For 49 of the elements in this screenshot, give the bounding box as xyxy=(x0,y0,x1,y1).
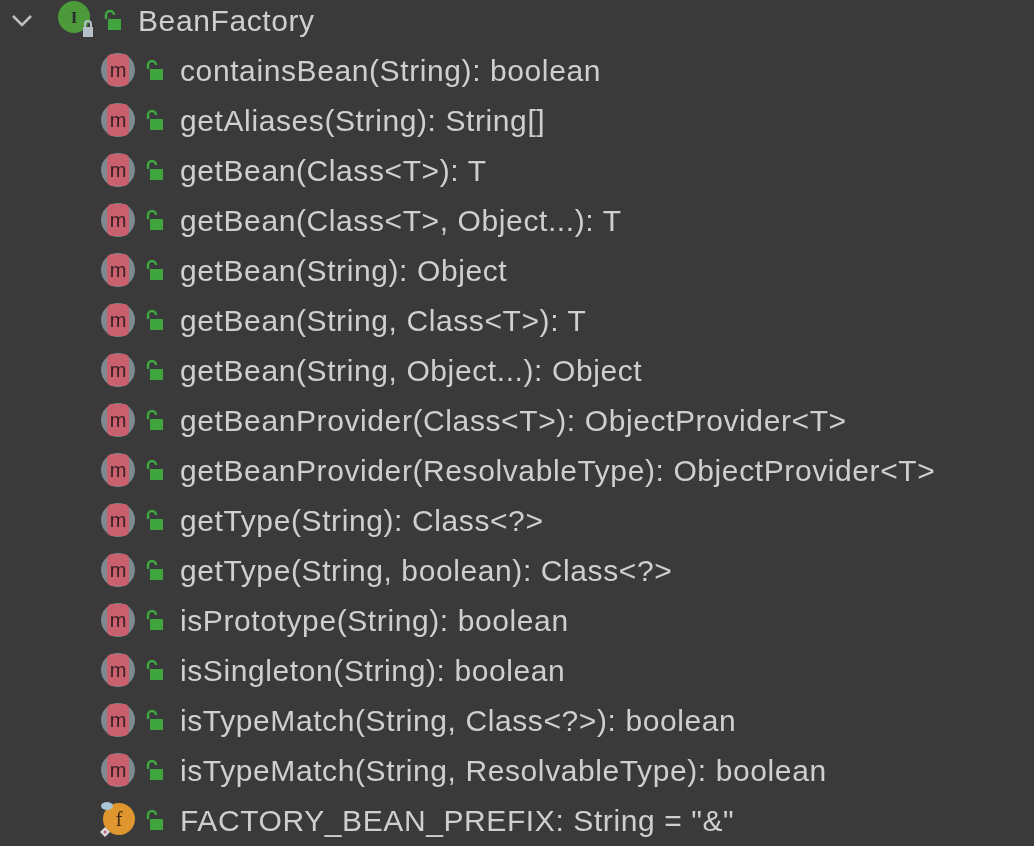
unlocked-icon xyxy=(144,659,164,681)
method-signature[interactable]: containsBean(String): boolean xyxy=(180,47,601,93)
method-icon: m xyxy=(99,652,137,688)
unlocked-icon xyxy=(102,9,122,31)
method-signature[interactable]: getBean(String, Class<T>): T xyxy=(180,297,587,343)
unlocked-icon xyxy=(144,359,164,381)
method-signature[interactable]: getType(String, boolean): Class<?> xyxy=(180,547,673,593)
method-icon: m xyxy=(99,752,137,788)
method-signature[interactable]: getBean(Class<T>, Object...): T xyxy=(180,197,622,243)
method-icon: m xyxy=(99,452,137,488)
method-signature[interactable]: isTypeMatch(String, Class<?>): boolean xyxy=(180,697,737,743)
unlocked-icon xyxy=(144,109,164,131)
method-signature[interactable]: getBean(Class<T>): T xyxy=(180,147,487,193)
unlocked-icon xyxy=(144,309,164,331)
method-signature[interactable]: getBeanProvider(ResolvableType): ObjectProvider<T> xyxy=(180,447,936,493)
unlocked-icon xyxy=(144,609,164,631)
unlocked-icon xyxy=(144,709,164,731)
method-signature[interactable]: isTypeMatch(String, ResolvableType): boolean xyxy=(180,747,827,793)
method-signature[interactable]: getBeanProvider(Class<T>): ObjectProvider<T> xyxy=(180,397,847,443)
unlocked-icon xyxy=(144,459,164,481)
method-icon: m xyxy=(99,602,137,638)
method-signature[interactable]: getBean(String, Object...): Object xyxy=(180,347,643,393)
unlocked-icon xyxy=(144,759,164,781)
unlocked-icon xyxy=(144,209,164,231)
method-icon: m xyxy=(99,52,137,88)
method-icon: m xyxy=(99,152,137,188)
unlocked-icon xyxy=(144,59,164,81)
method-icon: m xyxy=(99,202,137,238)
method-icon: m xyxy=(99,302,137,338)
method-icon: m xyxy=(99,552,137,588)
unlocked-icon xyxy=(144,509,164,531)
method-icon: m xyxy=(99,102,137,138)
method-signature[interactable]: isPrototype(String): boolean xyxy=(180,597,569,643)
method-icon: m xyxy=(99,252,137,288)
unlocked-icon xyxy=(144,809,164,831)
method-signature[interactable]: getBean(String): Object xyxy=(180,247,508,293)
method-icon: m xyxy=(99,352,137,388)
field-signature[interactable]: FACTORY_BEAN_PREFIX: String = "&" xyxy=(180,797,735,843)
method-icon: m xyxy=(99,402,137,438)
method-icon: m xyxy=(99,702,137,738)
method-icon: m xyxy=(99,502,137,538)
unlocked-icon xyxy=(144,259,164,281)
method-signature[interactable]: isSingleton(String): boolean xyxy=(180,647,566,693)
unlocked-icon xyxy=(144,559,164,581)
interface-name[interactable]: BeanFactory xyxy=(138,0,315,43)
method-signature[interactable]: getType(String): Class<?> xyxy=(180,497,544,543)
unlocked-icon xyxy=(144,159,164,181)
unlocked-icon xyxy=(144,409,164,431)
method-signature[interactable]: getAliases(String): String[] xyxy=(180,97,546,143)
